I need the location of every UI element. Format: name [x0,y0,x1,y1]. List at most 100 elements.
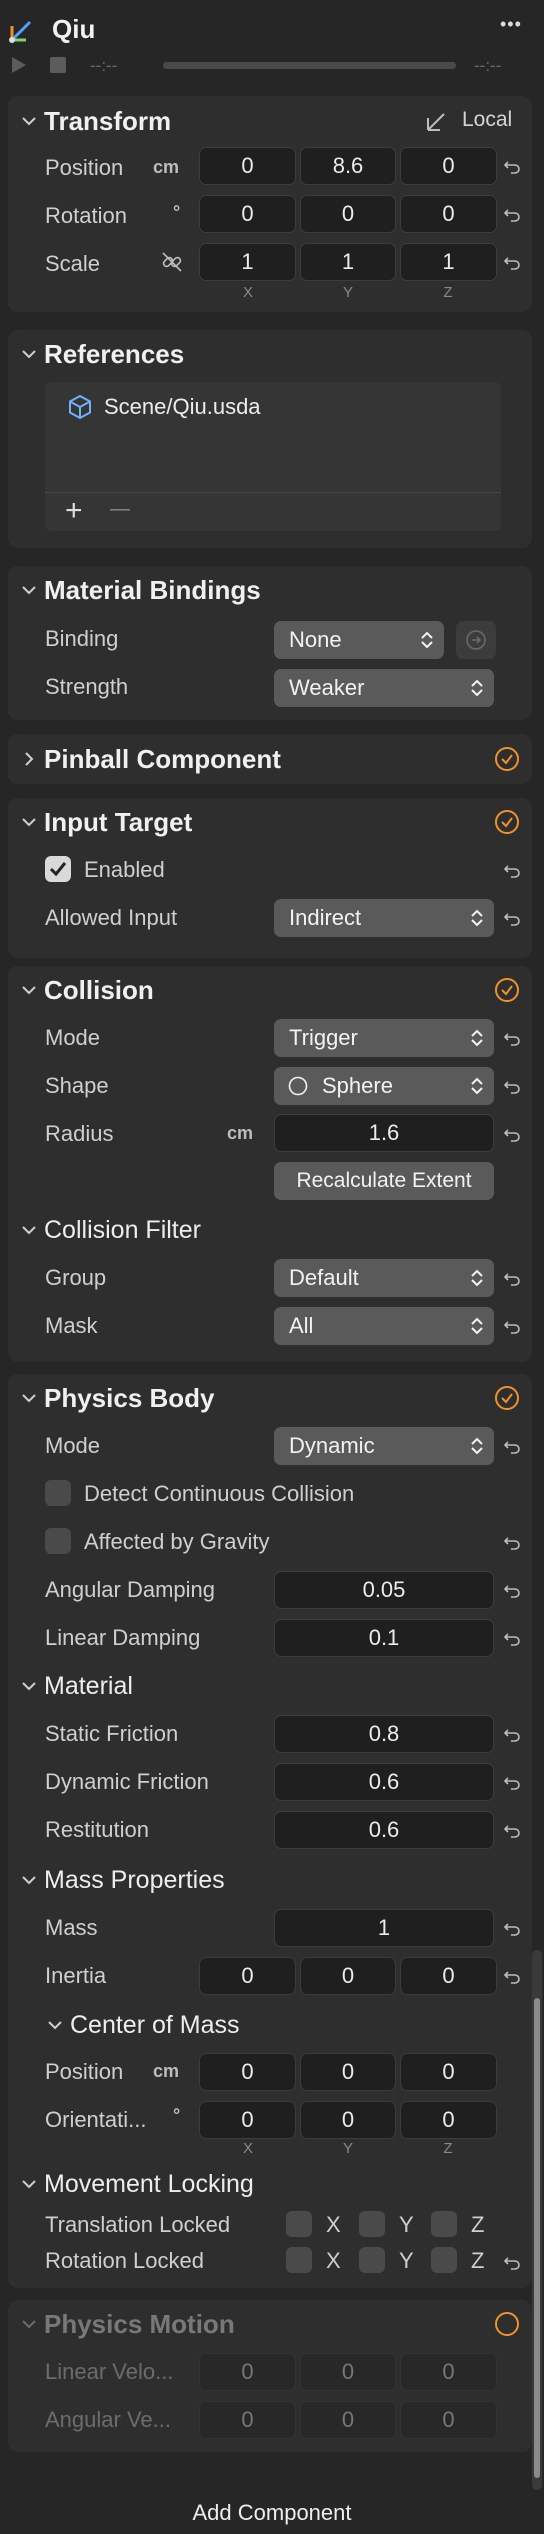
dynamic-friction-field[interactable]: 0.6 [274,1763,494,1801]
linear-damping-field[interactable]: 0.1 [274,1619,494,1657]
static-friction-field[interactable]: 0.8 [274,1715,494,1753]
inertia-z-field[interactable]: 0 [400,1957,497,1995]
restitution-field[interactable]: 0.6 [274,1811,494,1849]
reset-icon[interactable] [503,206,521,224]
position-x-field[interactable]: 0 [199,147,296,185]
enabled-label: Enabled [84,857,165,882]
com-orientation-z-field[interactable]: 0 [400,2101,497,2139]
com-position-x-field[interactable]: 0 [199,2053,296,2091]
reset-icon[interactable] [503,1270,521,1288]
translation-lock-z-checkbox[interactable] [431,2211,457,2237]
chevron-down-icon[interactable] [20,981,38,999]
reset-icon[interactable] [503,1126,521,1144]
mask-dropdown[interactable]: All [274,1307,494,1345]
chevron-down-icon[interactable] [20,813,38,831]
reset-icon[interactable] [503,158,521,176]
scrollbar-track[interactable] [532,1950,542,2490]
scale-x-field[interactable]: 1 [199,243,296,281]
body-mode-dropdown[interactable]: Dynamic [274,1427,494,1465]
mass-label: Mass [45,1915,98,1940]
reset-icon[interactable] [503,1630,521,1648]
chevron-down-icon[interactable] [20,1389,38,1407]
rotation-x-field[interactable]: 0 [199,195,296,233]
com-orientation-x-field[interactable]: 0 [199,2101,296,2139]
reset-icon[interactable] [503,254,521,272]
stop-icon[interactable] [50,57,66,73]
reset-icon[interactable] [503,1534,521,1552]
com-position-y-field[interactable]: 0 [300,2053,396,2091]
radius-field[interactable]: 1.6 [274,1114,494,1152]
com-orientation-label: Orientati... [45,2107,147,2132]
allowed-input-dropdown[interactable]: Indirect [274,899,494,937]
position-y-field[interactable]: 8.6 [300,147,396,185]
scale-z-field[interactable]: 1 [400,243,497,281]
add-reference-button[interactable]: + [65,493,83,529]
remove-reference-button[interactable]: — [110,498,130,521]
position-z-field[interactable]: 0 [400,147,497,185]
more-options-button[interactable]: ••• [500,14,522,35]
component-active-icon[interactable] [494,809,520,835]
component-active-icon[interactable] [494,977,520,1003]
reference-item[interactable]: Scene/Qiu.usda [104,394,261,420]
strength-dropdown[interactable]: Weaker [274,669,494,707]
recalculate-extent-button[interactable]: Recalculate Extent [274,1162,494,1200]
mass-field[interactable]: 1 [274,1909,494,1947]
gravity-checkbox[interactable] [45,1528,71,1554]
chevron-down-icon[interactable] [20,2315,38,2333]
reset-icon[interactable] [503,1438,521,1456]
inertia-x-field[interactable]: 0 [199,1957,296,1995]
component-inactive-icon[interactable] [494,2311,520,2337]
space-mode-label[interactable]: Local [462,108,512,132]
continuous-collision-checkbox[interactable] [45,1480,71,1506]
reset-icon[interactable] [503,1078,521,1096]
reset-icon[interactable] [503,1582,521,1600]
material-bindings-panel: Material Bindings Binding None Strength … [8,566,532,720]
component-active-icon[interactable] [494,1385,520,1411]
reset-icon[interactable] [503,910,521,928]
rotation-z-field[interactable]: 0 [400,195,497,233]
enabled-checkbox[interactable] [45,856,71,882]
reset-icon[interactable] [503,1920,521,1938]
angular-damping-field[interactable]: 0.05 [274,1571,494,1609]
rotation-lock-z-checkbox[interactable] [431,2247,457,2273]
inertia-y-field[interactable]: 0 [300,1957,396,1995]
play-icon[interactable] [10,56,28,74]
reset-icon[interactable] [503,1774,521,1792]
com-position-z-field[interactable]: 0 [400,2053,497,2091]
add-component-button[interactable]: Add Component [0,2500,544,2526]
binding-dropdown[interactable]: None [274,621,444,659]
go-to-material-icon[interactable] [456,621,496,659]
rotation-lock-x-checkbox[interactable] [286,2247,312,2273]
translation-lock-y-checkbox[interactable] [359,2211,385,2237]
chevron-down-icon[interactable] [20,2175,38,2193]
com-orientation-y-field[interactable]: 0 [300,2101,396,2139]
reset-icon[interactable] [503,2254,521,2272]
rotation-y-field[interactable]: 0 [300,195,396,233]
chevron-down-icon[interactable] [20,1221,38,1239]
group-dropdown[interactable]: Default [274,1259,494,1297]
shape-dropdown[interactable]: Sphere [274,1067,494,1105]
chevron-down-icon[interactable] [20,345,38,363]
translation-lock-x-checkbox[interactable] [286,2211,312,2237]
component-active-icon[interactable] [494,746,520,772]
local-space-icon[interactable] [424,110,450,134]
collision-mode-dropdown[interactable]: Trigger [274,1019,494,1057]
reset-icon[interactable] [503,1318,521,1336]
chevron-down-icon[interactable] [20,1677,38,1695]
scrollbar-thumb[interactable] [534,1998,540,2478]
chevron-right-icon[interactable] [20,750,38,768]
scale-y-field[interactable]: 1 [300,243,396,281]
reset-icon[interactable] [503,1726,521,1744]
chevron-down-icon[interactable] [46,2016,64,2034]
reset-icon[interactable] [503,1030,521,1048]
reset-icon[interactable] [503,1822,521,1840]
reset-icon[interactable] [503,862,521,880]
chevron-down-icon[interactable] [20,581,38,599]
reset-icon[interactable] [503,1968,521,1986]
chevron-down-icon[interactable] [20,112,38,130]
timeline-scrubber[interactable] [163,62,456,69]
link-scale-icon[interactable] [160,250,184,274]
chevron-down-icon[interactable] [20,1871,38,1889]
rotation-lock-y-checkbox[interactable] [359,2247,385,2273]
inertia-label: Inertia [45,1963,107,1988]
